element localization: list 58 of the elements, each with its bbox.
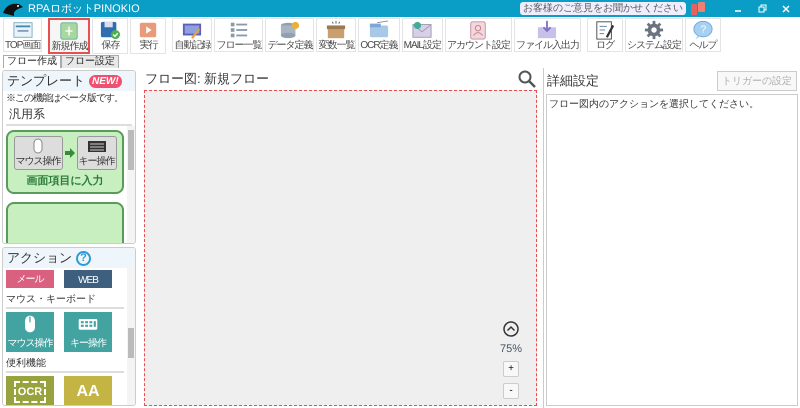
- home-icon: [12, 20, 34, 40]
- toolbar-button[interactable]: フロー一覧: [214, 18, 264, 52]
- close-icon[interactable]: [780, 2, 792, 14]
- gear-icon: [642, 20, 665, 40]
- category-heading: マウス・キーボード: [6, 291, 124, 309]
- flow-canvas[interactable]: 75% + -: [144, 90, 537, 406]
- toolbar-button[interactable]: 自動記録: [172, 18, 212, 52]
- details-message: フロー図内のアクションを選択してください。: [549, 99, 759, 110]
- data-icon: [278, 20, 301, 40]
- tab[interactable]: フロー設定: [61, 55, 119, 68]
- toolbar-button[interactable]: 新規作成: [48, 18, 90, 54]
- toolbar-button[interactable]: アカウント設定: [444, 18, 512, 52]
- restore-icon[interactable]: [756, 2, 768, 14]
- feedback-link[interactable]: お客様のご意見をお聞かせください: [520, 2, 686, 15]
- mail-icon: [411, 20, 434, 40]
- save-icon: [99, 20, 122, 40]
- toolbar-button[interactable]: OCR定義: [358, 18, 400, 52]
- new-badge: NEW!: [89, 74, 122, 88]
- details-title: 詳細設定: [547, 72, 599, 90]
- thumbs-icon[interactable]: [690, 2, 706, 16]
- flow-title: フロー図: 新規フロー: [145, 70, 270, 88]
- scrollbar[interactable]: [127, 268, 135, 405]
- window-title: RPAロボットPINOKIO: [28, 2, 141, 16]
- scrollbar[interactable]: [127, 126, 135, 243]
- toolbar-button[interactable]: ファイル入出力: [514, 18, 581, 52]
- section-title: テンプレート: [7, 72, 85, 90]
- toolbar-button[interactable]: 実行: [130, 18, 166, 54]
- toolbar-button[interactable]: MAIL設定: [402, 18, 443, 52]
- toolbar-button[interactable]: TOP画面: [3, 18, 42, 52]
- toolbar-button[interactable]: ログ: [586, 18, 623, 52]
- toolbar-button[interactable]: データ定義: [265, 18, 314, 52]
- zoom-out-button[interactable]: -: [502, 383, 519, 399]
- new-icon: [58, 21, 80, 41]
- keyboard-chip: キー操作: [76, 136, 116, 170]
- help-icon: ?: [692, 20, 714, 40]
- keyboard-icon: [86, 138, 108, 154]
- zoom-level: 75%: [500, 343, 522, 355]
- toolbar-button[interactable]: ? ヘルプ: [684, 18, 721, 52]
- section-title: アクション: [7, 249, 72, 267]
- chevron-up-icon[interactable]: [502, 321, 519, 337]
- arrow-icon: [64, 148, 74, 158]
- file-icon: [536, 20, 558, 40]
- category-heading: 便利機能: [6, 355, 124, 373]
- template-card[interactable]: マウス操作 キー操作 画面項目に入力: [6, 130, 124, 194]
- tab[interactable]: フロー作成: [3, 55, 61, 68]
- toolbar-button[interactable]: システム設定: [624, 18, 683, 52]
- zoom-in-button[interactable]: +: [502, 361, 519, 377]
- mouse-chip: マウス操作: [14, 136, 62, 170]
- toolbar-button[interactable]: 変数一覧: [316, 18, 356, 52]
- beta-note: ※この機能はベータ版です。: [5, 92, 124, 105]
- action-tile[interactable]: メール: [6, 270, 54, 288]
- action-tile[interactable]: WEB: [64, 270, 112, 288]
- search-icon[interactable]: [518, 70, 536, 88]
- category-heading: 汎用系: [6, 105, 132, 126]
- toolbar-button[interactable]: 保存: [92, 18, 128, 54]
- box-icon: [325, 20, 348, 40]
- log-icon: [594, 20, 616, 40]
- card-caption: 画面項目に入力: [26, 174, 104, 188]
